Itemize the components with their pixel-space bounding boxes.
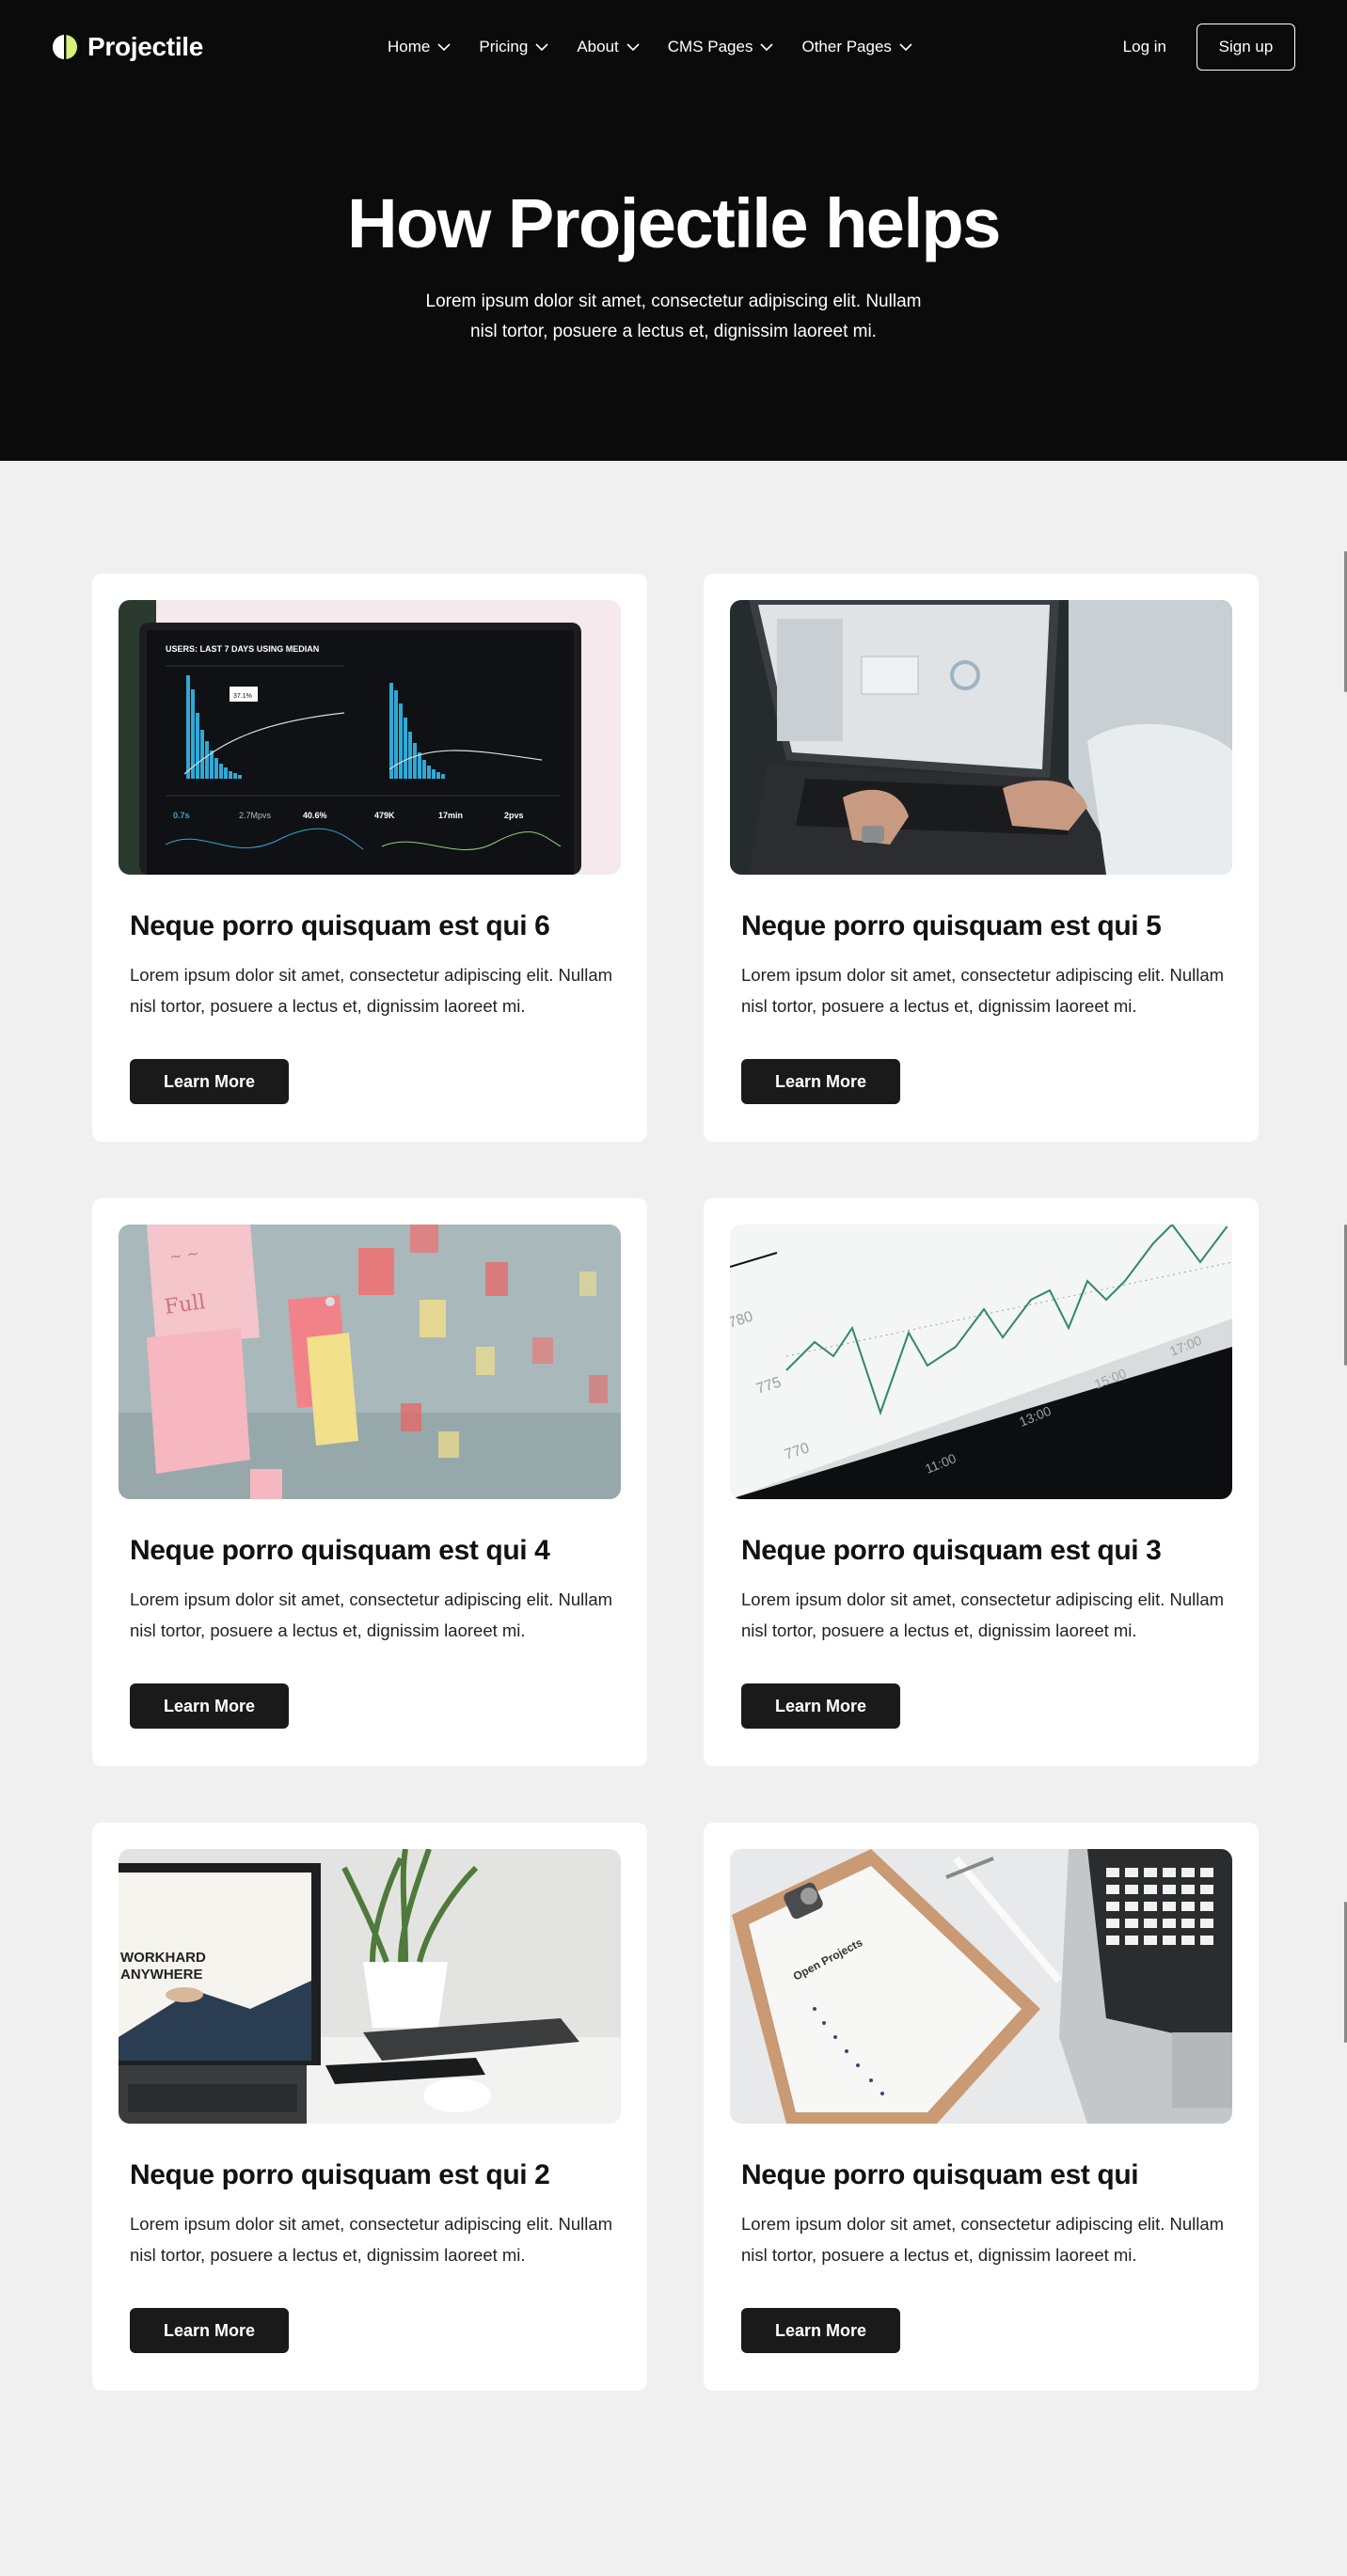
sticky-notes-image: ~ ~ Full (119, 1225, 621, 1499)
card-text: Lorem ipsum dolor sit amet, consectetur … (130, 965, 613, 1016)
nav-item-home[interactable]: Home (388, 38, 451, 56)
card-text: Lorem ipsum dolor sit amet, consectetur … (741, 965, 1225, 1016)
svg-text:479K: 479K (374, 811, 395, 820)
signup-button[interactable]: Sign up (1196, 24, 1295, 71)
feature-card: WORKHARD ANYWHERE Neque porro quisquam e… (92, 1823, 647, 2391)
nav-item-label: Other Pages (801, 38, 892, 55)
nav-item-label: About (577, 38, 619, 55)
chevron-down-icon (626, 43, 640, 52)
svg-text:2.7Mpvs: 2.7Mpvs (239, 811, 272, 820)
feature-card: ~ ~ Full Neque porro quisquam est qui 4 (92, 1198, 647, 1766)
navbar: Projectile Home Pricing About CMS Pages (0, 0, 1347, 94)
analytics-dashboard-image: USERS: LAST 7 DAYS USING MEDIAN 37.1% 0.… (119, 600, 621, 875)
svg-text:40.6%: 40.6% (303, 811, 327, 820)
card-title: Neque porro quisquam est qui 2 (130, 2159, 550, 2190)
logo-icon (53, 35, 77, 59)
chevron-down-icon (760, 43, 774, 52)
hero-subtitle: Lorem ipsum dolor sit amet, consectetur … (425, 292, 922, 341)
hero-section: Projectile Home Pricing About CMS Pages (0, 0, 1347, 461)
hero-title: How Projectile helps (347, 184, 1001, 262)
card-title: Neque porro quisquam est qui (741, 2159, 1139, 2190)
svg-text:WORKHARD: WORKHARD (120, 1950, 206, 1966)
learn-more-button[interactable]: Learn More (741, 1683, 900, 1729)
nav-item-label: Pricing (479, 38, 529, 55)
nav-item-cms-pages[interactable]: CMS Pages (668, 38, 774, 56)
feature-card: Neque porro quisquam est qui 5 Lorem ips… (704, 574, 1259, 1142)
learn-more-button[interactable]: Learn More (130, 2308, 289, 2353)
card-title: Neque porro quisquam est qui 3 (741, 1535, 1162, 1566)
main-menu: Home Pricing About CMS Pages Other Pages (388, 0, 941, 94)
feature-card: USERS: LAST 7 DAYS USING MEDIAN 37.1% 0.… (92, 574, 647, 1142)
chevron-down-icon (899, 43, 912, 52)
feature-card: Open Projects Neque porro quisquam est q… (704, 1823, 1259, 2391)
card-title: Neque porro quisquam est qui 4 (130, 1535, 550, 1566)
svg-text:0.7s: 0.7s (173, 811, 190, 820)
learn-more-button[interactable]: Learn More (741, 1059, 900, 1104)
svg-text:37.1%: 37.1% (233, 693, 252, 700)
feature-card: 780 775 770 11:00 13:00 15:00 17:00 Nequ… (704, 1198, 1259, 1766)
desk-laptop-plant-image: WORKHARD ANYWHERE (119, 1849, 621, 2124)
svg-text:ANYWHERE: ANYWHERE (120, 1967, 203, 1983)
nav-item-other-pages[interactable]: Other Pages (801, 38, 912, 56)
laptop-typing-image (730, 600, 1232, 875)
chevron-down-icon (437, 43, 451, 52)
card-title: Neque porro quisquam est qui 6 (130, 910, 550, 941)
card-title: Neque porro quisquam est qui 5 (741, 910, 1162, 941)
card-text: Lorem ipsum dolor sit amet, consectetur … (741, 2214, 1225, 2265)
brand-name: Projectile (87, 32, 204, 61)
clipboard-image: Open Projects (730, 1849, 1232, 2124)
nav-item-about[interactable]: About (577, 38, 640, 56)
brand-logo[interactable]: Projectile (52, 32, 203, 62)
learn-more-button[interactable]: Learn More (130, 1683, 289, 1729)
nav-item-pricing[interactable]: Pricing (479, 38, 548, 56)
chevron-down-icon (535, 43, 548, 52)
svg-text:2pvs: 2pvs (504, 811, 524, 820)
auth-actions: Log in Sign up (1123, 24, 1295, 71)
line-graph-image: 780 775 770 11:00 13:00 15:00 17:00 (730, 1225, 1232, 1499)
learn-more-button[interactable]: Learn More (741, 2308, 900, 2353)
nav-item-label: Home (388, 38, 431, 55)
cards-grid: USERS: LAST 7 DAYS USING MEDIAN 37.1% 0.… (92, 574, 1259, 2391)
card-text: Lorem ipsum dolor sit amet, consectetur … (130, 2214, 613, 2265)
page: Projectile Home Pricing About CMS Pages (0, 0, 1347, 2576)
svg-text:USERS: LAST 7 DAYS USING MEDIA: USERS: LAST 7 DAYS USING MEDIAN (166, 644, 319, 654)
card-text: Lorem ipsum dolor sit amet, consectetur … (130, 1589, 613, 1640)
nav-item-label: CMS Pages (667, 38, 753, 55)
learn-more-button[interactable]: Learn More (130, 1059, 289, 1104)
login-link[interactable]: Log in (1123, 38, 1166, 56)
card-text: Lorem ipsum dolor sit amet, consectetur … (741, 1589, 1225, 1640)
svg-text:17min: 17min (438, 811, 463, 820)
